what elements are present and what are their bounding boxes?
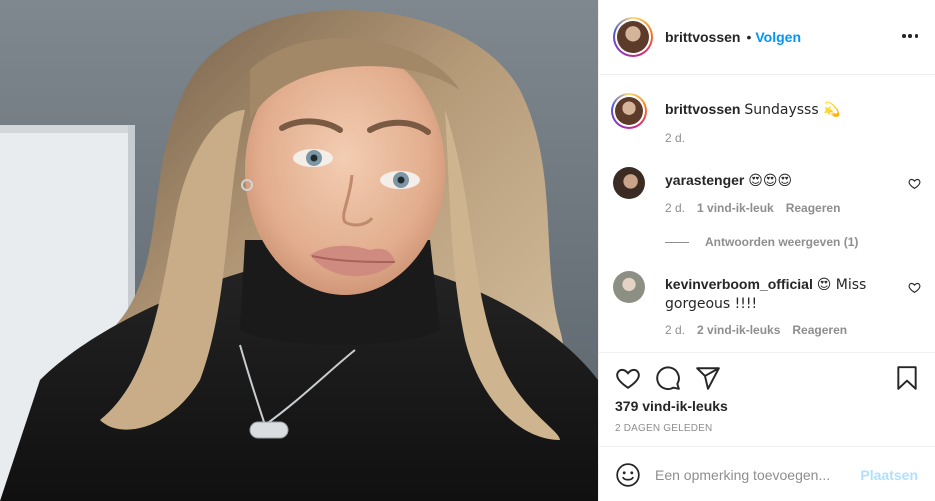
reply-button[interactable]: Reageren (792, 323, 847, 337)
caption-age[interactable]: 2 d. (665, 131, 685, 145)
comment-text: kevinverboom_official 😍 Miss gorgeous !!… (665, 275, 915, 313)
follow-button[interactable]: Volgen (755, 29, 801, 45)
comment-input[interactable] (655, 464, 845, 486)
view-replies-label: Antwoorden weergeven (1) (705, 235, 859, 249)
post-timestamp[interactable]: 2 DAGEN GELEDEN (615, 423, 712, 434)
comment-body: 😍😍😍 (748, 173, 793, 189)
caption: brittvossen Sundaysss 💫 2 d. (611, 93, 923, 145)
bookmark-icon[interactable] (894, 365, 920, 391)
more-horizontal-icon[interactable] (902, 28, 918, 44)
heart-icon[interactable] (615, 365, 641, 391)
likes-count[interactable]: 379 vind-ik-leuks (615, 398, 728, 414)
avatar[interactable] (613, 271, 645, 303)
heart-icon[interactable] (908, 281, 921, 294)
post-comment-button[interactable]: Plaatsen (860, 467, 918, 483)
comment-likes[interactable]: 2 vind-ik-leuks (697, 323, 780, 337)
add-comment-bar: Plaatsen (599, 446, 935, 501)
comment-icon[interactable] (655, 365, 681, 391)
caption-avatar[interactable] (611, 93, 647, 129)
comment-age[interactable]: 2 d. (665, 323, 685, 337)
comment-username[interactable]: yarastenger (665, 172, 744, 188)
caption-username[interactable]: brittvossen (665, 101, 740, 117)
separator-dot: • (746, 29, 752, 45)
caption-text: brittvossen Sundaysss 💫 (665, 100, 905, 119)
divider (665, 241, 689, 243)
comment-username[interactable]: kevinverboom_official (665, 276, 813, 292)
post-actions: 379 vind-ik-leuks 2 DAGEN GELEDEN (599, 352, 935, 446)
comments-list: brittvossen Sundaysss 💫 2 d. yarastenger… (599, 75, 935, 352)
comment-age[interactable]: 2 d. (665, 201, 685, 215)
list-item: kevinverboom_official 😍 Miss gorgeous !!… (613, 271, 923, 341)
heart-icon[interactable] (908, 177, 921, 190)
comment-meta: 2 d. 1 vind-ik-leuk Reageren (665, 201, 840, 215)
reply-button[interactable]: Reageren (786, 201, 841, 215)
post-photo[interactable] (0, 0, 598, 501)
comment-likes[interactable]: 1 vind-ik-leuk (697, 201, 774, 215)
author-username[interactable]: brittvossen (665, 29, 740, 45)
view-replies-button[interactable]: Antwoorden weergeven (1) (665, 235, 858, 249)
caption-body: Sundaysss 💫 (744, 102, 841, 118)
caption-meta: 2 d. (665, 131, 685, 145)
smiley-icon[interactable] (615, 462, 641, 488)
comment-text: yarastenger 😍😍😍 (665, 171, 905, 190)
author-avatar[interactable] (613, 17, 653, 57)
avatar[interactable] (613, 167, 645, 199)
post-detail-panel: brittvossen • Volgen brittvossen Sundays… (598, 0, 935, 501)
share-icon[interactable] (695, 365, 721, 391)
comment-meta: 2 d. 2 vind-ik-leuks Reageren (665, 323, 847, 337)
list-item: yarastenger 😍😍😍 2 d. 1 vind-ik-leuk Reag… (613, 167, 923, 237)
selfie-image (0, 0, 598, 501)
post-header: brittvossen • Volgen (599, 0, 935, 75)
